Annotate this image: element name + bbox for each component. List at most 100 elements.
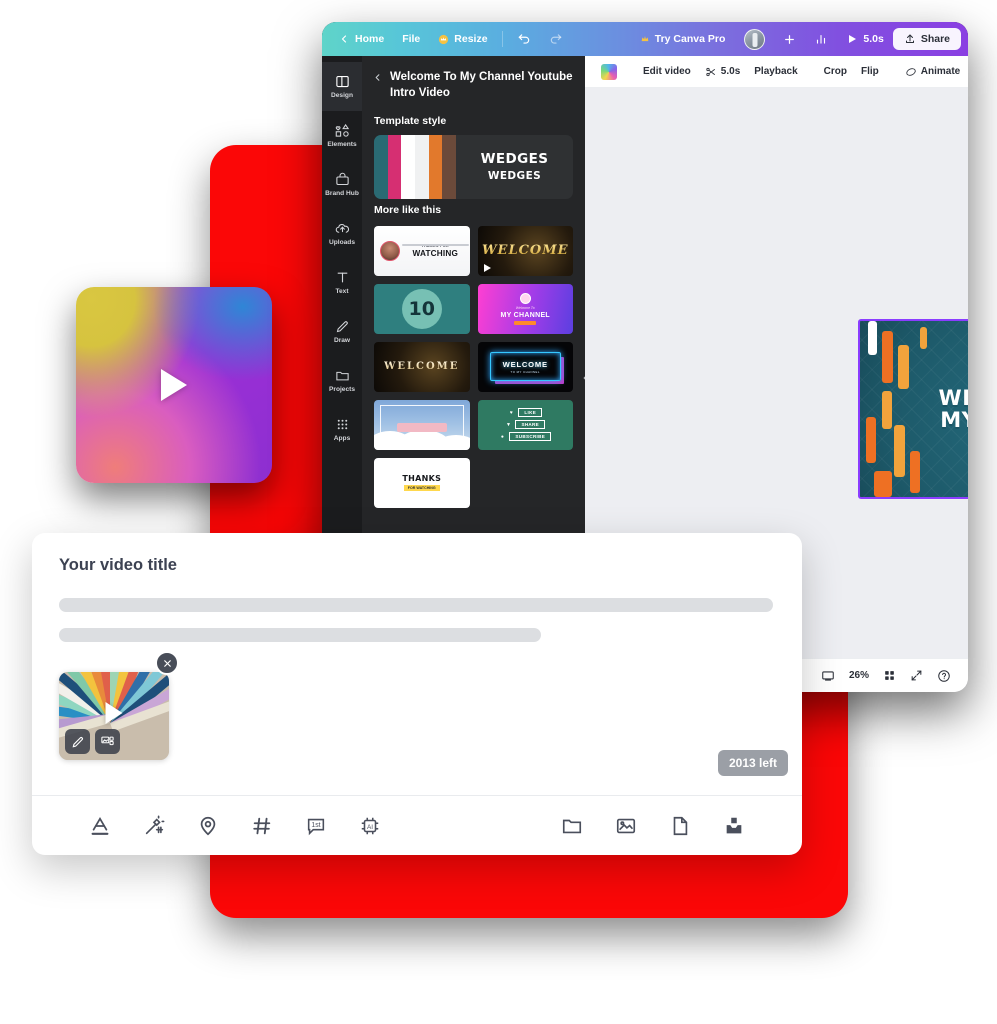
sidebar-item-elements[interactable]: Elements bbox=[322, 111, 362, 160]
gradient-video-card[interactable] bbox=[76, 287, 272, 483]
panel-header: Welcome To My Channel Youtube Intro Vide… bbox=[362, 56, 585, 110]
video-canvas-element[interactable]: REMOVE WATERMARKS WELCOME TO MY CHANNEL … bbox=[858, 319, 968, 499]
template-thumb-welcome-gold[interactable]: WELCOME bbox=[477, 225, 573, 276]
ai-chip-icon[interactable]: AI bbox=[358, 814, 382, 838]
file-menu[interactable]: File bbox=[393, 29, 429, 49]
preview-play-button[interactable]: 5.0s bbox=[837, 29, 892, 49]
crop-button[interactable]: Crop bbox=[817, 62, 854, 81]
sidebar-label: Draw bbox=[333, 337, 351, 344]
edit-thumbnail-button[interactable] bbox=[65, 729, 90, 754]
undo-button[interactable] bbox=[508, 28, 540, 50]
add-collaborator-button[interactable] bbox=[774, 29, 805, 50]
video-title-line-1: WELCOME TO bbox=[938, 386, 968, 410]
sidebar-label: Design bbox=[331, 92, 353, 99]
trim-duration-label: 5.0s bbox=[720, 66, 741, 77]
sidebar-item-draw[interactable]: Draw bbox=[322, 307, 362, 356]
thumb-text: WELCOME bbox=[384, 361, 460, 373]
first-comment-icon[interactable]: 1st bbox=[304, 814, 328, 838]
app-header: Home File Resize Try Canva Pro 5.0s Shar… bbox=[322, 22, 968, 56]
folder-icon[interactable] bbox=[560, 814, 584, 838]
template-word-1: WEDGES bbox=[480, 151, 549, 168]
more-options-button[interactable] bbox=[967, 61, 968, 83]
color-swatch bbox=[601, 63, 617, 80]
thumb-sub: TO MY CHANNEL bbox=[510, 369, 540, 374]
canvas-toolbar: Edit video 5.0s Playback Crop Flip Anima… bbox=[585, 56, 968, 88]
resize-button[interactable]: Resize bbox=[429, 29, 496, 49]
uploads-cloud-icon bbox=[335, 221, 350, 236]
magic-wand-icon[interactable] bbox=[142, 814, 166, 838]
elements-icon bbox=[335, 123, 350, 138]
template-style-card[interactable]: WEDGES WEDGES bbox=[374, 134, 573, 199]
animate-button[interactable]: Animate bbox=[898, 62, 967, 82]
video-thumbnail[interactable] bbox=[59, 672, 169, 760]
trim-button[interactable]: 5.0s bbox=[698, 62, 747, 82]
heart-icon: ♥ bbox=[509, 409, 513, 416]
text-format-icon[interactable] bbox=[88, 814, 112, 838]
bar-chart-icon bbox=[814, 32, 828, 46]
redo-button[interactable] bbox=[540, 28, 572, 50]
video-title-line-2: MY CHANNEL bbox=[940, 408, 968, 433]
sidebar-item-design[interactable]: Design bbox=[322, 62, 362, 111]
location-pin-icon[interactable] bbox=[196, 814, 220, 838]
template-thumb-welcome-neon[interactable]: WELCOME TO MY CHANNEL bbox=[477, 341, 573, 392]
skeleton-line bbox=[59, 598, 773, 612]
back-button[interactable]: Home bbox=[329, 29, 393, 49]
share-label: Share bbox=[920, 33, 950, 45]
image-icon[interactable] bbox=[614, 814, 638, 838]
grid-view-icon[interactable] bbox=[876, 665, 903, 686]
home-label: Home bbox=[355, 33, 385, 45]
composer-title: Your video title bbox=[59, 556, 177, 574]
template-thumb-thanks-watching[interactable]: THANKS FOR WATCHING bbox=[374, 225, 470, 276]
playback-button[interactable]: Playback bbox=[747, 62, 804, 81]
sidebar-item-apps[interactable]: Apps bbox=[322, 405, 362, 454]
upload-tray-icon[interactable] bbox=[722, 814, 746, 838]
animate-icon bbox=[905, 66, 917, 78]
fullscreen-icon[interactable] bbox=[903, 665, 930, 686]
thumb-line-1: THANKS bbox=[402, 474, 442, 484]
composer-toolbar: 1st AI bbox=[32, 795, 802, 855]
play-icon[interactable] bbox=[161, 369, 187, 401]
thumb-line-1: Welcome To bbox=[515, 305, 535, 310]
remove-thumbnail-button[interactable] bbox=[155, 651, 179, 675]
play-icon[interactable] bbox=[105, 702, 123, 725]
zoom-level[interactable]: 26% bbox=[842, 666, 876, 685]
crown-icon bbox=[438, 34, 449, 45]
color-swatch-button[interactable] bbox=[594, 60, 624, 84]
sidebar-label: Apps bbox=[333, 435, 351, 442]
template-thumb-thanks-white[interactable]: THANKS FOR WATCHING bbox=[374, 457, 470, 508]
composer-toolbar-left: 1st AI bbox=[88, 814, 382, 838]
chip-like: LIKE bbox=[518, 408, 543, 418]
help-icon[interactable] bbox=[930, 665, 958, 687]
share-button[interactable]: Share bbox=[892, 28, 961, 50]
template-thumb-welcome-bokeh[interactable]: WELCOME bbox=[374, 341, 470, 392]
try-canva-pro-button[interactable]: Try Canva Pro bbox=[630, 29, 736, 49]
sidebar-item-uploads[interactable]: Uploads bbox=[322, 209, 362, 258]
edit-video-button[interactable]: Edit video bbox=[636, 62, 698, 81]
sidebar-label: Text bbox=[335, 288, 349, 295]
try-pro-label: Try Canva Pro bbox=[654, 33, 726, 45]
select-thumbnail-button[interactable] bbox=[95, 729, 120, 754]
document-icon[interactable] bbox=[668, 814, 692, 838]
hashtag-icon[interactable] bbox=[250, 814, 274, 838]
sidebar-item-projects[interactable]: Projects bbox=[322, 356, 362, 405]
file-label: File bbox=[402, 33, 421, 45]
sidebar-label: Brand Hub bbox=[325, 190, 359, 197]
template-thumb-countdown[interactable]: 10 bbox=[374, 283, 470, 334]
template-word-2: WEDGES bbox=[487, 170, 542, 183]
flip-button[interactable]: Flip bbox=[854, 62, 886, 81]
template-thumb-clouds[interactable] bbox=[374, 399, 470, 450]
crown-icon bbox=[640, 34, 650, 44]
user-avatar[interactable] bbox=[735, 25, 774, 54]
template-thumb-like-share-subscribe[interactable]: ♥ LIKE ▼ SHARE ● SUBSCRIBE bbox=[477, 399, 573, 450]
chip-share: SHARE bbox=[515, 420, 546, 430]
sidebar-item-text[interactable]: Text bbox=[322, 258, 362, 307]
panel-back-button[interactable] bbox=[372, 71, 383, 85]
playback-label: Playback bbox=[754, 66, 798, 77]
panel-collapse-button[interactable] bbox=[577, 356, 585, 400]
template-style-label: Template style bbox=[374, 114, 447, 127]
insights-button[interactable] bbox=[805, 28, 837, 50]
template-thumb-my-channel[interactable]: Welcome To MY CHANNEL bbox=[477, 283, 573, 334]
share-upload-icon bbox=[904, 33, 916, 45]
page-view-icon[interactable] bbox=[814, 665, 842, 687]
sidebar-item-brand-hub[interactable]: Brand Hub bbox=[322, 160, 362, 209]
